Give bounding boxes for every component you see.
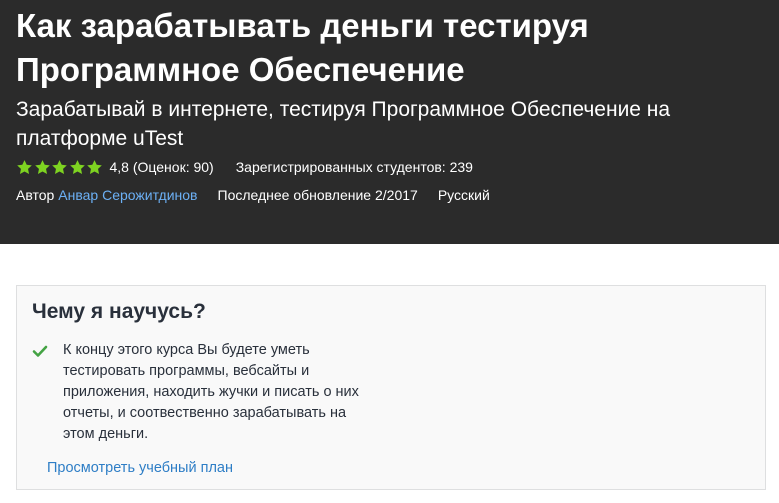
view-curriculum-link[interactable]: Просмотреть учебный план xyxy=(47,458,233,478)
what-you-will-learn: Чему я научусь? К концу этого курса Вы б… xyxy=(16,285,766,490)
star-icon xyxy=(52,159,67,174)
star-icon xyxy=(69,159,85,174)
author-label: Автор xyxy=(16,187,55,203)
course-language: Русский xyxy=(437,187,490,203)
star-icon xyxy=(87,159,102,174)
author-link[interactable]: Анвар Серожитдинов xyxy=(58,185,197,205)
course-meta: Автор Анвар Серожитдинов Последнее обнов… xyxy=(16,185,490,205)
course-title: Как зарабатывать деньги тестируя Програм… xyxy=(16,7,589,88)
course-header: Как зарабатывать деньги тестируя Програм… xyxy=(0,0,779,244)
rating-stars xyxy=(16,159,104,176)
last-updated: Последнее обновление 2/2017 xyxy=(217,187,418,203)
star-icon xyxy=(34,159,50,174)
course-subtitle: Зарабатывай в интернете, тестируя Програ… xyxy=(16,98,671,150)
learn-heading: Чему я научусь? xyxy=(32,300,206,323)
enrolled-count: Зарегистрированных студентов: 239 xyxy=(235,159,473,175)
learn-item: К концу этого курса Вы будете уметь тест… xyxy=(32,340,363,445)
rating-text: 4,8 (Оценок: 90) xyxy=(109,159,214,175)
star-icon xyxy=(17,159,32,174)
check-icon xyxy=(32,345,48,357)
learn-item-text: К концу этого курса Вы будете уметь тест… xyxy=(63,342,359,442)
course-stats: 4,8 (Оценок: 90) Зарегистрированных студ… xyxy=(16,157,473,177)
